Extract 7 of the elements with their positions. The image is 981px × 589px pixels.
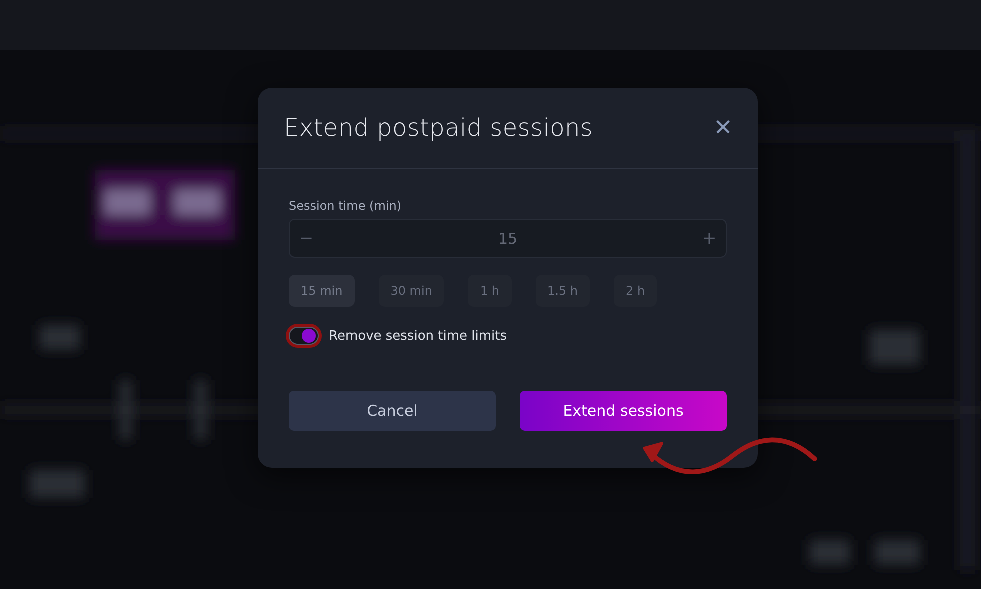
toggle-switch[interactable] xyxy=(289,327,319,345)
extend-button[interactable]: Extend sessions xyxy=(520,391,727,431)
field-label: Session time (min) xyxy=(289,199,403,213)
toggle-label: Remove session time limits xyxy=(329,328,508,344)
dialog-title: Extend postpaid sessions xyxy=(284,114,594,142)
cancel-button[interactable]: Cancel xyxy=(289,391,496,431)
session-time-value: 15 xyxy=(498,230,518,248)
